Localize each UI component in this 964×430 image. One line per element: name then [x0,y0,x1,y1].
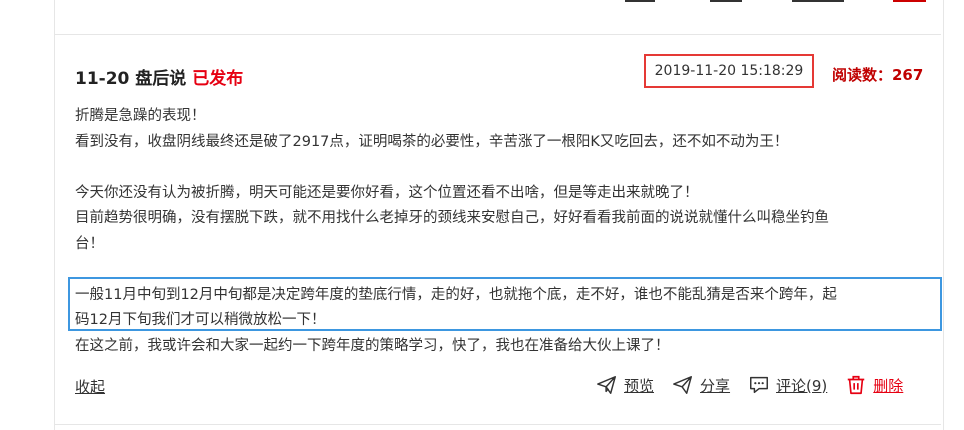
post-date-title: 11-20 盘后说 [75,69,187,89]
content-line: 折腾是急躁的表现！ [75,108,206,124]
divider [55,424,941,425]
send-icon [597,376,616,394]
post-timestamp: 2019-11-20 15:18:29 [644,54,814,88]
preview-button[interactable]: 预览 [596,374,654,396]
share-icon [673,376,692,394]
content-line: 在这之前，我或许会和大家一起约一下跨年度的策略学习，快了，我也在准备给大伙上课了… [75,337,670,354]
delete-button[interactable]: 删除 [845,374,903,396]
preview-label: 预览 [624,376,655,395]
delete-label: 删除 [873,376,904,395]
prev-action-underline[interactable] [792,0,844,2]
content-line: 看到没有，收盘阴线最终还是破了2917点，证明喝茶的必要性，辛苦涨了一根阳K又吃… [75,133,789,150]
prev-action-underline[interactable] [625,0,655,2]
collapse-link[interactable]: 收起 [75,376,105,397]
divider [55,34,941,35]
share-label: 分享 [700,376,731,395]
post-actions: 预览 分享 评论(9) 删除 [578,374,903,396]
prev-action-underline[interactable] [710,0,742,2]
content-line: 台！ [75,235,104,252]
content-blank-line [75,155,935,181]
highlight-box [68,277,942,331]
prev-delete-underline[interactable] [893,0,926,2]
comment-button[interactable]: 评论(9) [748,374,827,396]
post-title: 11-20 盘后说 已发布 [75,64,243,89]
comment-label: 评论(9) [776,376,828,395]
trash-icon [848,375,865,395]
read-count: 阅读数：267 [832,66,924,84]
content-line: 今天你还没有认为被折腾，明天可能还是要你好看，这个位置还看不出啥，但是等走出来就… [75,184,699,201]
content-line: 目前趋势很明确，没有摆脱下跌，就不用找什么老掉牙的颈线来安慰自己，好好看看我前面… [75,210,829,226]
status-badge: 已发布 [192,69,244,89]
comment-icon [750,376,769,394]
share-button[interactable]: 分享 [672,374,730,396]
